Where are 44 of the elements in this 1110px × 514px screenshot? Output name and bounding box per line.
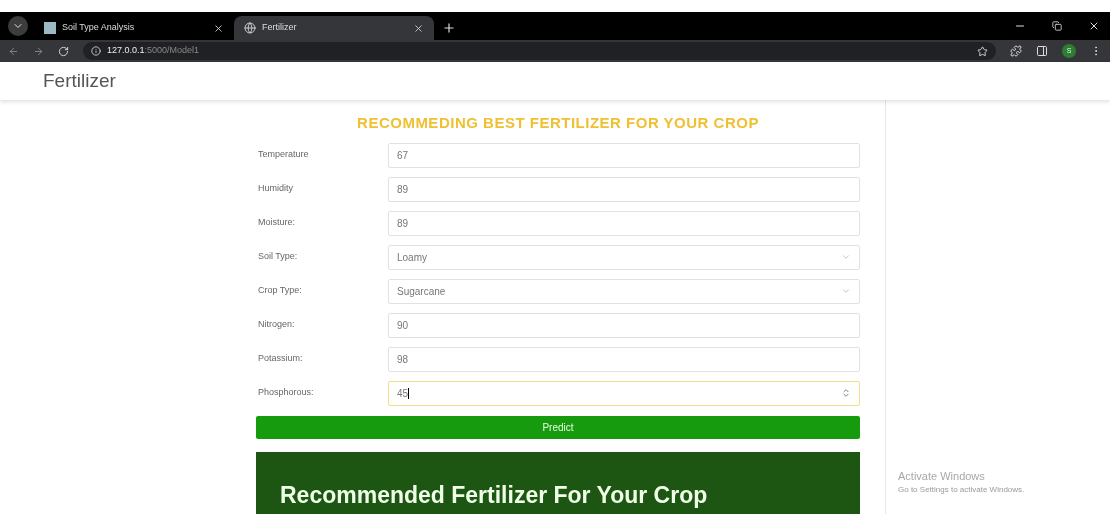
field-label: Temperature bbox=[257, 148, 310, 162]
bookmark-star-icon[interactable] bbox=[977, 45, 988, 57]
globe-icon bbox=[244, 22, 256, 34]
field-label: Nitrogen: bbox=[257, 318, 296, 332]
field-label: Humidity bbox=[257, 182, 294, 196]
tab-search-icon[interactable] bbox=[8, 16, 28, 36]
restore-icon[interactable] bbox=[1052, 21, 1062, 31]
result-heading: Recommended Fertilizer For Your Crop bbox=[280, 480, 709, 510]
input-field[interactable]: 90 bbox=[388, 312, 860, 338]
new-tab-icon[interactable] bbox=[442, 21, 456, 35]
info-icon bbox=[91, 46, 101, 56]
extensions-icon[interactable] bbox=[1010, 45, 1022, 57]
close-icon[interactable] bbox=[1088, 20, 1100, 32]
input-field[interactable]: 67 bbox=[388, 142, 860, 168]
select-field[interactable]: Sugarcane bbox=[388, 278, 860, 304]
field-label: Potassium: bbox=[257, 352, 304, 366]
site-title[interactable]: Fertilizer bbox=[43, 66, 116, 96]
input-field[interactable]: 98 bbox=[388, 346, 860, 372]
side-panel-icon[interactable] bbox=[1036, 45, 1048, 57]
tab-title: Soil Type Analysis bbox=[62, 21, 136, 35]
predict-button[interactable]: Predict bbox=[256, 415, 860, 439]
activation-notice-title: Activate Windows bbox=[898, 468, 986, 484]
url-text: 127.0.0.1:5000/Model1 bbox=[107, 44, 200, 58]
dropdown-icon bbox=[841, 286, 851, 296]
address-bar[interactable]: 127.0.0.1:5000/Model1 bbox=[83, 42, 996, 60]
close-icon[interactable] bbox=[213, 22, 224, 34]
field-label: Moisture: bbox=[257, 216, 296, 230]
input-field[interactable]: 89 bbox=[388, 210, 860, 236]
reload-icon[interactable] bbox=[58, 45, 69, 57]
input-field[interactable]: 45 bbox=[388, 380, 860, 406]
field-label: Phosphorous: bbox=[257, 386, 315, 400]
form-title: RECOMMEDING BEST FERTILIZER FOR YOUR CROP bbox=[356, 113, 760, 133]
favicon-icon bbox=[44, 22, 56, 34]
input-field[interactable]: 89 bbox=[388, 176, 860, 202]
browser-tab[interactable]: Fertilizer bbox=[234, 16, 434, 40]
forward-icon[interactable] bbox=[33, 45, 44, 57]
field-label: Soil Type: bbox=[257, 250, 299, 264]
select-field[interactable]: Loamy bbox=[388, 244, 860, 270]
dropdown-icon bbox=[841, 252, 851, 262]
activation-notice-text: Go to Settings to activate Windows. bbox=[898, 484, 1026, 496]
back-icon[interactable] bbox=[8, 45, 19, 57]
tab-title: Fertilizer bbox=[262, 21, 298, 35]
field-label: Crop Type: bbox=[257, 284, 303, 298]
close-icon[interactable] bbox=[413, 22, 424, 34]
